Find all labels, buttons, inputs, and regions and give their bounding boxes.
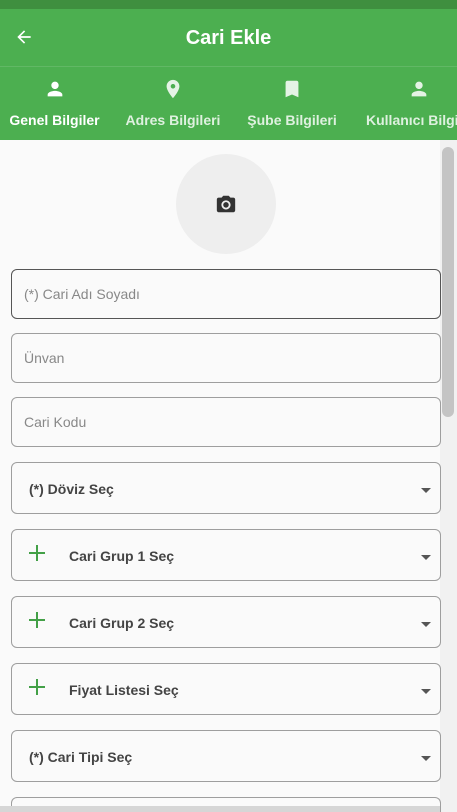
plus-icon[interactable] (28, 611, 46, 629)
plus-icon[interactable] (28, 544, 46, 562)
unvan-input[interactable] (24, 334, 424, 382)
cari-tipi-label: (*) Cari Tipi Seç (29, 749, 133, 765)
app-bar: Cari Ekle (0, 9, 457, 66)
chevron-down-icon (421, 555, 431, 560)
cari-tipi-select[interactable]: (*) Cari Tipi Seç (11, 730, 441, 782)
chevron-down-icon (421, 756, 431, 761)
tab-bar: Genel Bilgiler Adres Bilgileri Şube Bilg… (0, 66, 457, 140)
tab-kullanici-bilgileri[interactable]: Kullanıcı Bilgileri (366, 67, 457, 140)
tab-adres-bilgileri[interactable]: Adres Bilgileri (118, 67, 228, 140)
cari-grup-2-label: Cari Grup 2 Seç (69, 615, 175, 631)
bottom-divider (0, 806, 440, 812)
fiyat-listesi-label: Fiyat Listesi Seç (69, 682, 179, 698)
doviz-select-label: (*) Döviz Seç (29, 481, 114, 497)
tab-label: Kullanıcı Bilgileri (366, 112, 457, 128)
cari-grup-2-select[interactable]: Cari Grup 2 Seç (11, 596, 441, 648)
cari-adi-input[interactable] (24, 270, 424, 318)
scrollbar-thumb[interactable] (442, 147, 454, 417)
plus-icon[interactable] (28, 678, 46, 696)
camera-icon (216, 195, 236, 213)
tab-label: Şube Bilgileri (247, 112, 337, 128)
tab-genel-bilgiler[interactable]: Genel Bilgiler (0, 67, 109, 140)
fiyat-listesi-select[interactable]: Fiyat Listesi Seç (11, 663, 441, 715)
tab-label: Genel Bilgiler (9, 112, 100, 128)
person-icon (407, 77, 431, 101)
photo-picker[interactable] (176, 154, 276, 254)
cari-grup-1-label: Cari Grup 1 Seç (69, 548, 175, 564)
page-title: Cari Ekle (185, 27, 272, 49)
location-pin-icon (161, 77, 185, 101)
chevron-down-icon (421, 622, 431, 627)
cari-adi-field[interactable] (11, 269, 441, 319)
tab-label: Adres Bilgileri (125, 112, 221, 128)
bookmark-icon (280, 77, 304, 101)
person-icon (43, 77, 67, 101)
cari-kodu-field[interactable] (11, 397, 441, 447)
chevron-down-icon (421, 689, 431, 694)
cari-grup-1-select[interactable]: Cari Grup 1 Seç (11, 529, 441, 581)
doviz-select[interactable]: (*) Döviz Seç (11, 462, 441, 514)
unvan-field[interactable] (11, 333, 441, 383)
status-strip (0, 0, 457, 9)
chevron-down-icon (421, 488, 431, 493)
tab-sube-bilgileri[interactable]: Şube Bilgileri (240, 67, 344, 140)
cari-kodu-input[interactable] (24, 398, 424, 446)
